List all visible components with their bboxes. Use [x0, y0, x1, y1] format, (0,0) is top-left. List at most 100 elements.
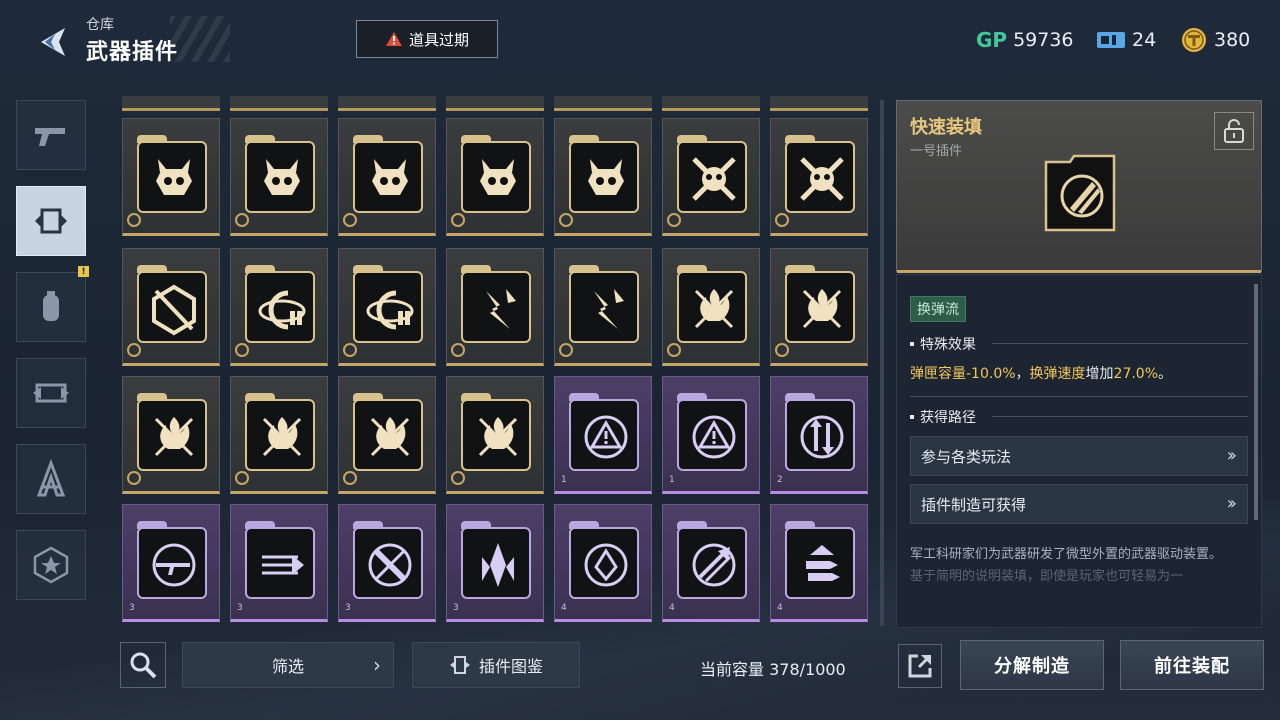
- plugin-folder: [569, 521, 639, 599]
- plugin-folder: [677, 135, 747, 213]
- grid-scrollbar[interactable]: [880, 100, 884, 626]
- plugin-card[interactable]: [446, 118, 544, 236]
- plugin-folder: [785, 265, 855, 343]
- lock-button[interactable]: [1214, 112, 1254, 150]
- plugin-card[interactable]: [446, 376, 544, 494]
- flame-burst-icon: [478, 417, 518, 457]
- shatter-icon: [594, 289, 624, 329]
- plugin-folder: [137, 265, 207, 343]
- tab-star-badge[interactable]: [16, 530, 86, 600]
- route-item[interactable]: 参与各类玩法 ››: [910, 436, 1248, 476]
- triple-arrow-icon: [262, 555, 304, 575]
- plugin-icon: [35, 208, 67, 234]
- description: 军工科研家们为武器研发了微型外置的武器驱动装置。 基于简明的说明装填，即使是玩家…: [910, 544, 1250, 588]
- plugin-card[interactable]: [338, 376, 436, 494]
- export-button[interactable]: [898, 644, 942, 688]
- plugin-card[interactable]: 1: [662, 376, 760, 494]
- plugin-card[interactable]: 3: [230, 504, 328, 622]
- search-icon: [130, 652, 157, 679]
- divider: [992, 416, 1248, 417]
- plugin-card[interactable]: [122, 248, 220, 366]
- tab-pistol[interactable]: [16, 100, 86, 170]
- plugin-card[interactable]: 1: [554, 376, 652, 494]
- plugin-card[interactable]: [338, 118, 436, 236]
- plugin-card[interactable]: [230, 118, 328, 236]
- detail-scrollbar[interactable]: [1254, 284, 1258, 520]
- plugin-card[interactable]: 4: [554, 504, 652, 622]
- plugin-card[interactable]: [122, 376, 220, 494]
- plugin-card[interactable]: 2: [770, 376, 868, 494]
- plugin-card[interactable]: 4: [662, 504, 760, 622]
- plugin-card[interactable]: [662, 248, 760, 366]
- plugin-card[interactable]: [554, 248, 652, 366]
- plugin-card[interactable]: [446, 248, 544, 366]
- demon-skull-icon: [480, 159, 516, 195]
- plugin-card[interactable]: [122, 118, 220, 236]
- slash-hexagon-icon: [152, 284, 196, 336]
- plugin-card[interactable]: [230, 248, 328, 366]
- plugin-level: 1: [561, 475, 567, 485]
- plugin-folder: [569, 265, 639, 343]
- gear-icon: [127, 213, 141, 227]
- page-title: 武器插件: [86, 40, 179, 65]
- codex-button[interactable]: 插件图鉴: [412, 642, 580, 688]
- filter-button[interactable]: 筛选 ›: [182, 642, 394, 688]
- plugin-card[interactable]: 3: [122, 504, 220, 622]
- plugin-level: 3: [345, 603, 351, 613]
- filter-label: 筛选: [271, 657, 304, 676]
- plugin-folder: [785, 135, 855, 213]
- ticket-value: 24: [1132, 29, 1157, 51]
- capacity-text: 当前容量 378/1000: [700, 660, 846, 679]
- expired-items-button[interactable]: 道具过期: [356, 20, 498, 58]
- plugin-folder: [353, 521, 423, 599]
- tab-grenade[interactable]: [16, 272, 86, 342]
- tab-plugin[interactable]: [16, 186, 86, 256]
- warning-icon: [385, 32, 402, 46]
- plugin-card[interactable]: [338, 248, 436, 366]
- plugin-card[interactable]: [554, 118, 652, 236]
- chevron-right-icon: ›: [373, 653, 381, 677]
- route-label: 参与各类玩法: [921, 447, 1012, 466]
- gp-value: 59736: [1013, 29, 1074, 51]
- disassemble-button[interactable]: 分解制造: [960, 640, 1104, 690]
- plugin-card[interactable]: 4: [770, 504, 868, 622]
- plugin-folder: [461, 521, 531, 599]
- rocket-ammo-icon: [1044, 154, 1116, 232]
- unlock-icon: [1224, 119, 1244, 143]
- back-button[interactable]: [30, 22, 76, 62]
- gp-currency: GP 59736: [976, 26, 1074, 54]
- stat-verb: 增加: [1085, 366, 1114, 382]
- codex-label: 插件图鉴: [478, 657, 543, 676]
- plugin-card[interactable]: [770, 248, 868, 366]
- search-button[interactable]: [120, 642, 166, 688]
- warning-cycle-icon: [584, 415, 628, 459]
- plugin-card[interactable]: [662, 118, 760, 236]
- gear-icon: [235, 471, 249, 485]
- demon-skull-icon: [372, 159, 408, 195]
- plugin-level: 4: [777, 603, 783, 613]
- plugin-grid: 1 1 2 3 3 3 3 4 4 4: [120, 96, 868, 624]
- tab-compass[interactable]: [16, 444, 86, 514]
- speed-arrow-icon: [692, 543, 736, 587]
- divider: [992, 343, 1248, 344]
- plugin-folder: [461, 393, 531, 471]
- plugin-folder: [353, 393, 423, 471]
- stat-value: 27.0%: [1113, 366, 1159, 382]
- gear-icon: [451, 213, 465, 227]
- plugin-folder: [461, 135, 531, 213]
- gear-icon: [775, 213, 789, 227]
- grenade-icon: [43, 291, 59, 321]
- route-item[interactable]: 插件制造可获得 ››: [910, 484, 1248, 524]
- plugin-card[interactable]: [230, 376, 328, 494]
- star-badge-icon: [33, 546, 69, 584]
- equip-button[interactable]: 前往装配: [1120, 640, 1264, 690]
- gp-icon: GP: [976, 28, 1008, 52]
- demon-skull-icon: [264, 159, 300, 195]
- tab-weapon-swap[interactable]: [16, 358, 86, 428]
- plugin-card[interactable]: 3: [338, 504, 436, 622]
- coin-value: 380: [1214, 29, 1251, 51]
- shell-stack-icon: [806, 545, 840, 581]
- plugin-folder: [569, 135, 639, 213]
- plugin-card[interactable]: [770, 118, 868, 236]
- plugin-card[interactable]: 3: [446, 504, 544, 622]
